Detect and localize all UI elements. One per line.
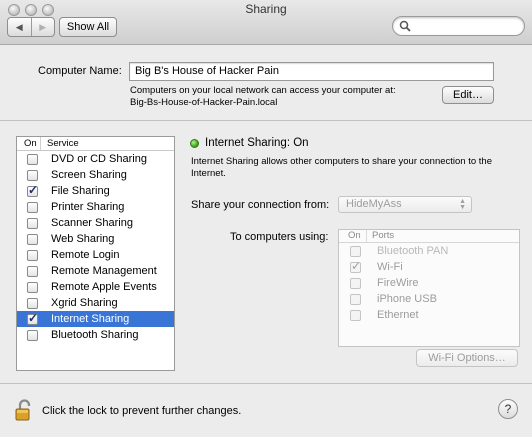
search-field-container [392,16,525,36]
port-checkbox[interactable] [350,245,361,257]
port-label: Wi-Fi [377,261,403,273]
service-checkbox[interactable] [27,297,38,309]
share-from-label: Share your connection from: [191,199,330,211]
service-label: Remote Management [51,265,157,277]
lock-icon[interactable] [13,398,37,422]
wifi-options-button[interactable]: Wi-Fi Options… [416,349,518,367]
port-label: Ethernet [377,309,419,321]
service-row[interactable]: Bluetooth Sharing [17,327,174,343]
service-label: Remote Login [51,249,120,261]
service-label: File Sharing [51,185,110,197]
service-checkbox[interactable] [27,217,38,229]
help-button[interactable]: ? [498,399,518,419]
service-checkbox[interactable] [27,265,38,277]
window-toolbar: Sharing ◀ ▶ Show All [0,0,532,45]
port-checkbox[interactable] [350,293,361,305]
service-checkbox[interactable] [27,201,38,213]
service-label: Web Sharing [51,233,115,245]
port-row[interactable]: Ethernet [339,307,519,323]
status-indicator-icon [190,139,199,148]
service-checkbox[interactable] [27,311,38,325]
service-status-title: Internet Sharing: On [205,137,309,149]
divider [0,120,532,121]
service-description: Internet Sharing allows other computers … [191,156,493,179]
window-title: Sharing [245,2,287,16]
service-row[interactable]: Remote Management [17,263,174,279]
service-label: Internet Sharing [51,313,130,325]
computer-name-label: Computer Name: [38,65,122,77]
port-checkbox[interactable] [350,277,361,289]
back-icon[interactable]: ◀ [8,18,31,36]
column-header-on[interactable]: On [17,137,41,150]
lock-message: Click the lock to prevent further change… [42,405,242,417]
service-row[interactable]: Internet Sharing [17,311,174,327]
service-checkbox[interactable] [27,249,38,261]
port-row[interactable]: Wi-Fi [339,259,519,275]
service-row[interactable]: Remote Apple Events [17,279,174,295]
search-icon [399,20,411,32]
port-row[interactable]: Bluetooth PAN [339,243,519,259]
service-row[interactable]: Printer Sharing [17,199,174,215]
port-label: Bluetooth PAN [377,245,449,257]
service-checkbox[interactable] [27,281,38,293]
divider [0,383,532,384]
popup-arrows-icon: ▲ ▼ [459,198,466,211]
service-checkbox[interactable] [27,329,38,341]
service-checkbox[interactable] [27,153,38,165]
port-checkbox[interactable] [350,309,361,321]
service-label: Screen Sharing [51,169,127,181]
service-label: Xgrid Sharing [51,297,118,309]
search-input[interactable] [413,19,518,33]
edit-hostname-button[interactable]: Edit… [442,86,494,104]
port-label: iPhone USB [377,293,437,305]
ports-header-ports: Ports [372,230,395,241]
share-from-value: HideMyAss [346,198,402,210]
column-header-service[interactable]: Service [41,137,79,150]
service-label: DVD or CD Sharing [51,153,147,165]
port-row[interactable]: iPhone USB [339,291,519,307]
service-list-header: On Service [17,137,174,151]
service-row[interactable]: Web Sharing [17,231,174,247]
port-row[interactable]: FireWire [339,275,519,291]
service-label: Bluetooth Sharing [51,329,139,341]
service-row[interactable]: Scanner Sharing [17,215,174,231]
local-address-note: Computers on your local network can acce… [130,85,430,109]
ports-header-on: On [339,230,367,242]
service-checkbox[interactable] [27,183,38,197]
service-row[interactable]: Xgrid Sharing [17,295,174,311]
service-row[interactable]: File Sharing [17,183,174,199]
service-checkbox[interactable] [27,169,38,181]
service-checkbox[interactable] [27,233,38,245]
local-address-note-line1: Computers on your local network can acce… [130,85,396,96]
ports-list-header: On Ports [339,230,519,243]
show-all-button[interactable]: Show All [59,17,117,37]
local-hostname: Big-Bs-House-of-Hacker-Pain.local [130,97,278,108]
service-row[interactable]: Remote Login [17,247,174,263]
computer-name-field[interactable]: Big B's House of Hacker Pain [129,62,494,81]
port-label: FireWire [377,277,419,289]
service-label: Remote Apple Events [51,281,157,293]
service-label: Scanner Sharing [51,217,133,229]
to-computers-label: To computers using: [230,231,329,243]
forward-icon[interactable]: ▶ [30,18,55,36]
nav-button-group: ◀ ▶ [7,17,55,37]
service-row[interactable]: Screen Sharing [17,167,174,183]
service-label: Printer Sharing [51,201,125,213]
share-from-popup[interactable]: HideMyAss ▲ ▼ [338,196,472,213]
service-row[interactable]: DVD or CD Sharing [17,151,174,167]
port-checkbox[interactable] [350,259,361,273]
service-list: On Service DVD or CD Sharing Screen Shari… [16,136,175,371]
ports-list: On Ports Bluetooth PAN Wi-Fi FireWire iPhon… [338,229,520,347]
